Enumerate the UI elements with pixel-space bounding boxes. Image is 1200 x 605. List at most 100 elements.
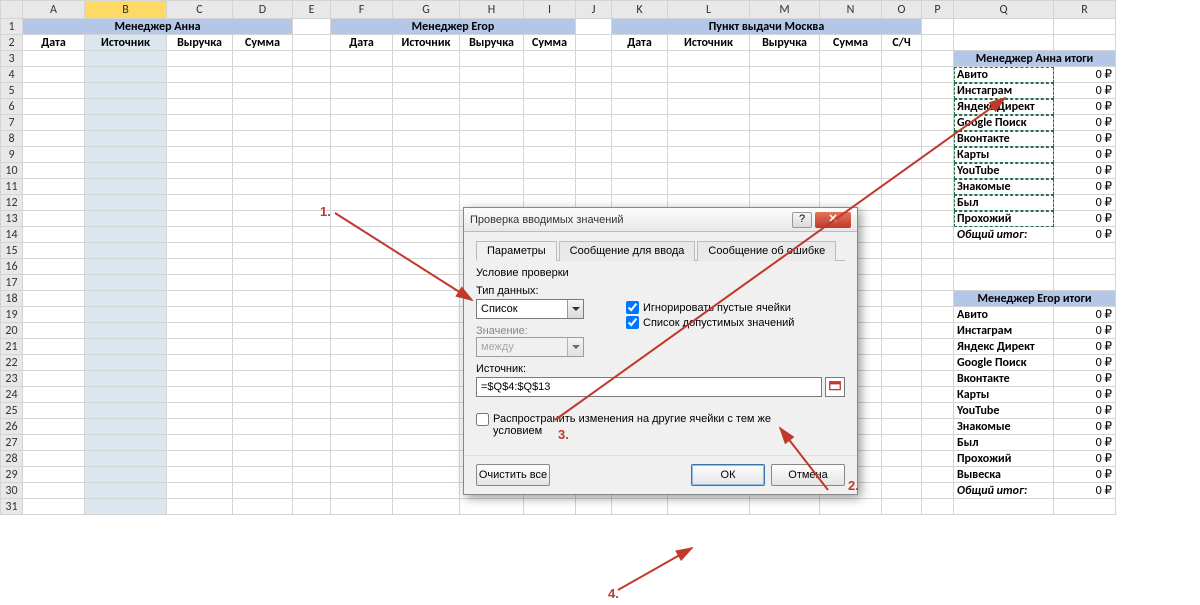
cell-M4[interactable] [750, 67, 820, 83]
cell-H3[interactable] [460, 51, 524, 67]
cell-G23[interactable] [393, 371, 460, 387]
cell-E12[interactable] [293, 195, 331, 211]
cell-Q3[interactable]: Менеджер Анна итоги [954, 51, 1116, 67]
cell-J7[interactable] [576, 115, 612, 131]
cell-A15[interactable] [23, 243, 85, 259]
cell-F24[interactable] [331, 387, 393, 403]
cell-E29[interactable] [293, 467, 331, 483]
row-header-11[interactable]: 11 [1, 179, 23, 195]
cell-I9[interactable] [524, 147, 576, 163]
cell-P28[interactable] [922, 451, 954, 467]
cell-G4[interactable] [393, 67, 460, 83]
cell-K11[interactable] [612, 179, 668, 195]
cell-M5[interactable] [750, 83, 820, 99]
cell-G18[interactable] [393, 291, 460, 307]
cell-B2[interactable]: Источник [85, 35, 167, 51]
cell-A12[interactable] [23, 195, 85, 211]
cell-E28[interactable] [293, 451, 331, 467]
type-input[interactable] [477, 300, 567, 318]
cell-P8[interactable] [922, 131, 954, 147]
cell-P21[interactable] [922, 339, 954, 355]
col-header-Q[interactable]: Q [954, 1, 1054, 19]
cell-P7[interactable] [922, 115, 954, 131]
cell-C22[interactable] [167, 355, 233, 371]
cell-R1[interactable] [1054, 19, 1116, 35]
cell-M31[interactable] [750, 499, 820, 515]
cell-A25[interactable] [23, 403, 85, 419]
cell-F6[interactable] [331, 99, 393, 115]
cell-K10[interactable] [612, 163, 668, 179]
cell-B24[interactable] [85, 387, 167, 403]
cell-D15[interactable] [233, 243, 293, 259]
cell-R6[interactable]: 0 ₽ [1054, 99, 1116, 115]
cell-H11[interactable] [460, 179, 524, 195]
cell-A3[interactable] [23, 51, 85, 67]
cell-C30[interactable] [167, 483, 233, 499]
cell-G16[interactable] [393, 259, 460, 275]
cell-R25[interactable]: 0 ₽ [1054, 403, 1116, 419]
cell-C11[interactable] [167, 179, 233, 195]
cell-A9[interactable] [23, 147, 85, 163]
cell-C27[interactable] [167, 435, 233, 451]
cell-B27[interactable] [85, 435, 167, 451]
cell-O5[interactable] [882, 83, 922, 99]
cell-O19[interactable] [882, 307, 922, 323]
cell-K7[interactable] [612, 115, 668, 131]
cell-I8[interactable] [524, 131, 576, 147]
cell-B4[interactable] [85, 67, 167, 83]
cell-A19[interactable] [23, 307, 85, 323]
cell-D27[interactable] [233, 435, 293, 451]
col-header-I[interactable]: I [524, 1, 576, 19]
cell-Q13[interactable]: Прохожий [954, 211, 1054, 227]
cell-E26[interactable] [293, 419, 331, 435]
cell-R16[interactable] [1054, 259, 1116, 275]
cell-C4[interactable] [167, 67, 233, 83]
tab-error-alert[interactable]: Сообщение об ошибке [697, 241, 836, 261]
cell-R19[interactable]: 0 ₽ [1054, 307, 1116, 323]
cell-R23[interactable]: 0 ₽ [1054, 371, 1116, 387]
cell-G31[interactable] [393, 499, 460, 515]
cell-C26[interactable] [167, 419, 233, 435]
cell-A31[interactable] [23, 499, 85, 515]
cell-Q5[interactable]: Инстаграм [954, 83, 1054, 99]
cell-F11[interactable] [331, 179, 393, 195]
cell-L7[interactable] [668, 115, 750, 131]
cell-B8[interactable] [85, 131, 167, 147]
cell-A16[interactable] [23, 259, 85, 275]
cell-D9[interactable] [233, 147, 293, 163]
cell-B20[interactable] [85, 323, 167, 339]
cell-E22[interactable] [293, 355, 331, 371]
row-header-19[interactable]: 19 [1, 307, 23, 323]
cell-J11[interactable] [576, 179, 612, 195]
cell-F27[interactable] [331, 435, 393, 451]
cell-P29[interactable] [922, 467, 954, 483]
row-header-8[interactable]: 8 [1, 131, 23, 147]
cell-G22[interactable] [393, 355, 460, 371]
cell-F16[interactable] [331, 259, 393, 275]
cell-D12[interactable] [233, 195, 293, 211]
cell-G28[interactable] [393, 451, 460, 467]
cell-A14[interactable] [23, 227, 85, 243]
col-header-A[interactable]: A [23, 1, 85, 19]
close-button[interactable]: ✕ [815, 212, 851, 228]
cell-B23[interactable] [85, 371, 167, 387]
cell-Q29[interactable]: Вывеска [954, 467, 1054, 483]
cell-M7[interactable] [750, 115, 820, 131]
cell-O30[interactable] [882, 483, 922, 499]
cell-I4[interactable] [524, 67, 576, 83]
cell-A8[interactable] [23, 131, 85, 147]
cell-G2[interactable]: Источник [393, 35, 460, 51]
row-header-23[interactable]: 23 [1, 371, 23, 387]
cell-R2[interactable] [1054, 35, 1116, 51]
cell-A24[interactable] [23, 387, 85, 403]
row-header-3[interactable]: 3 [1, 51, 23, 67]
cell-N3[interactable] [820, 51, 882, 67]
cell-B21[interactable] [85, 339, 167, 355]
col-header-J[interactable]: J [576, 1, 612, 19]
cell-L8[interactable] [668, 131, 750, 147]
cell-P1[interactable] [922, 19, 954, 35]
row-header-28[interactable]: 28 [1, 451, 23, 467]
cell-R22[interactable]: 0 ₽ [1054, 355, 1116, 371]
chevron-down-icon[interactable] [567, 300, 583, 318]
cell-A10[interactable] [23, 163, 85, 179]
